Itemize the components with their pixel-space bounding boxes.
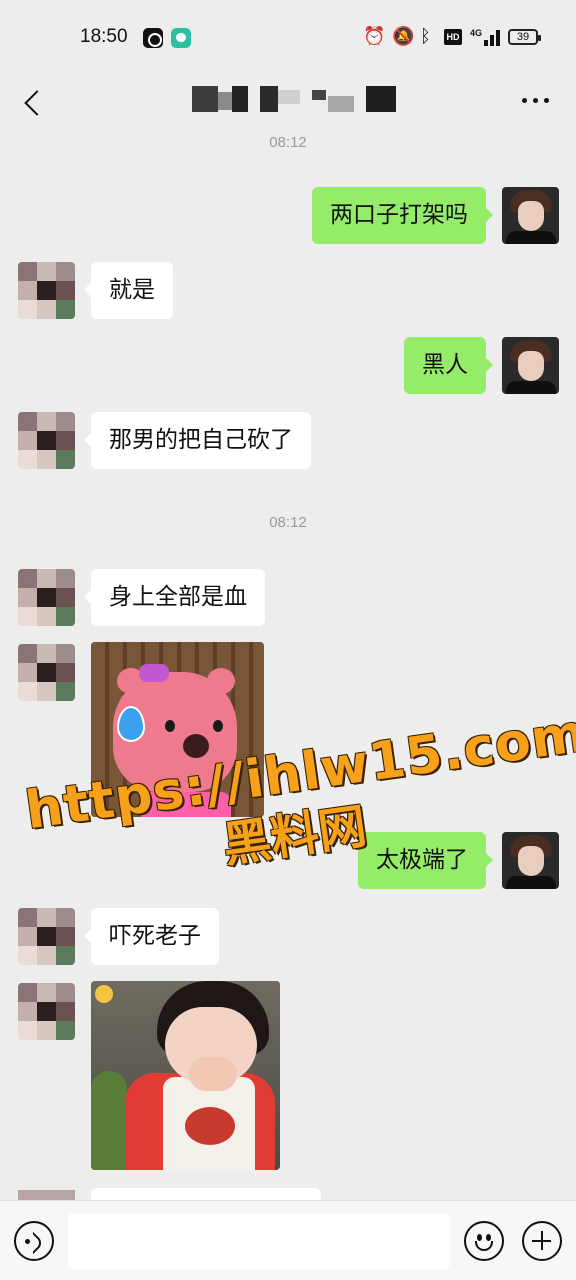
more-options-button[interactable] <box>518 86 558 116</box>
battery-icon: 39 <box>508 29 541 45</box>
status-bar: 18:50 ⏰ 🔕 ᛒ HD 4G 39 <box>0 0 576 72</box>
contact-avatar[interactable] <box>18 569 75 626</box>
message-app-icon <box>171 28 191 48</box>
my-avatar[interactable] <box>502 187 559 244</box>
contact-message-bubble[interactable]: 那男的把自己砍了 <box>84 412 311 469</box>
contact-avatar[interactable] <box>18 644 75 701</box>
contact-avatar[interactable] <box>18 262 75 319</box>
more-functions-button[interactable] <box>522 1221 562 1261</box>
my-message-bubble[interactable]: 黑人 <box>404 337 493 394</box>
message-list[interactable]: 08:12 两口子打架吗 就是 黑人 那男的把自己砍了 08:12 身上全部是血 <box>0 132 576 1200</box>
back-button[interactable] <box>14 80 54 124</box>
emoji-button[interactable] <box>464 1221 504 1261</box>
sticker-badge-icon <box>95 985 113 1003</box>
message-input[interactable] <box>68 1213 450 1269</box>
chat-header <box>0 72 576 132</box>
my-message-bubble[interactable]: 太极端了 <box>358 832 493 889</box>
network-type-label: 4G <box>470 28 483 38</box>
bluetooth-icon: ᛒ <box>420 26 431 47</box>
contact-avatar-partial <box>18 1190 75 1200</box>
message-timestamp: 08:12 <box>269 514 307 531</box>
contact-avatar[interactable] <box>18 908 75 965</box>
laughing-girl-sticker[interactable] <box>91 981 280 1170</box>
hd-voice-icon: HD <box>444 29 462 45</box>
alarm-icon: ⏰ <box>363 26 386 47</box>
contact-name-redacted <box>180 86 400 112</box>
contact-message-bubble-partial <box>91 1188 321 1200</box>
my-message-bubble[interactable]: 两口子打架吗 <box>312 187 493 244</box>
contact-message-bubble[interactable]: 身上全部是血 <box>84 569 265 626</box>
contact-message-bubble[interactable]: 就是 <box>84 262 173 319</box>
status-time: 18:50 <box>80 26 128 47</box>
signal-icon: 4G <box>470 28 502 46</box>
voice-input-button[interactable] <box>14 1221 54 1261</box>
pink-beaver-sweat-sticker[interactable] <box>91 642 264 817</box>
contact-avatar[interactable] <box>18 412 75 469</box>
mute-icon: 🔕 <box>392 26 415 47</box>
notification-app-icon <box>143 28 163 48</box>
contact-avatar[interactable] <box>18 983 75 1040</box>
my-avatar[interactable] <box>502 337 559 394</box>
message-timestamp: 08:12 <box>269 134 307 151</box>
input-bar <box>0 1200 576 1280</box>
contact-message-bubble[interactable]: 吓死老子 <box>84 908 219 965</box>
my-avatar[interactable] <box>502 832 559 889</box>
